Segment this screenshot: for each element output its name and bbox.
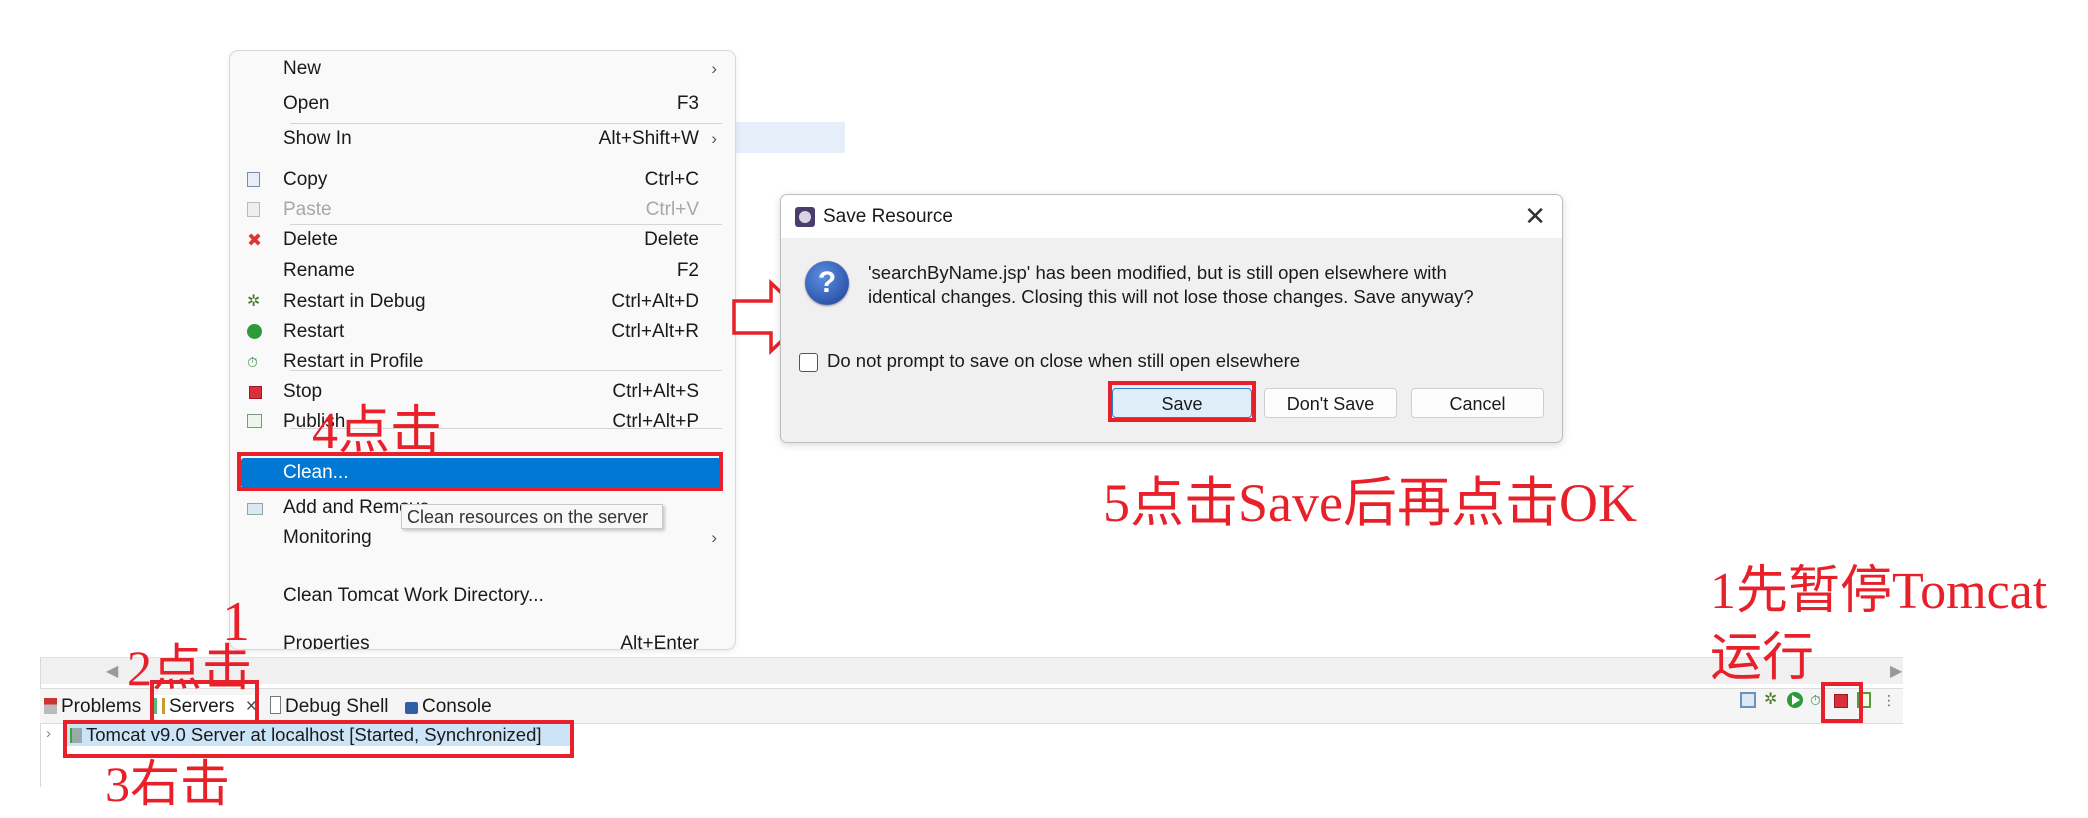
menu-item-paste[interactable]: Paste Ctrl+V	[230, 195, 735, 225]
tab-label: Console	[422, 696, 492, 717]
menu-item-shortcut: Ctrl+C	[644, 169, 699, 190]
menu-item-shortcut: Ctrl+Alt+P	[612, 411, 699, 432]
menu-item-label: Show In	[283, 128, 352, 149]
eclipse-logo-icon	[795, 207, 815, 227]
menu-item-properties[interactable]: Properties Alt+Enter	[230, 629, 735, 650]
step1-annotation-line2: 运行	[1710, 630, 1815, 687]
menu-item-label: Restart in Debug	[283, 291, 426, 312]
menu-item-label: New	[283, 58, 322, 79]
tab-console[interactable]: Console	[405, 695, 492, 719]
menu-item-label: Monitoring	[283, 527, 372, 548]
menu-item-rename[interactable]: Rename F2	[230, 256, 735, 286]
step1-annotation: 1先暂停Tomcat	[1710, 563, 2048, 620]
save-highlight-box	[1108, 381, 1256, 422]
menu-item-delete[interactable]: ✖ Delete Delete	[230, 225, 735, 255]
dont-save-button[interactable]: Don't Save	[1264, 388, 1397, 418]
paste-icon	[247, 202, 260, 217]
menu-item-copy[interactable]: Copy Ctrl+C	[230, 165, 735, 195]
panel-tab-bar: Problems Servers × Debug Shell Console	[40, 688, 1903, 724]
menu-item-shortcut: Ctrl+Alt+R	[611, 321, 699, 342]
submenu-chevron-icon: ›	[711, 129, 717, 148]
menu-item-restart[interactable]: Restart Ctrl+Alt+R	[230, 317, 735, 347]
dialog-title: Save Resource	[823, 206, 953, 227]
menu-item-label: Restart in Profile	[283, 351, 424, 372]
dialog-titlebar: Save Resource ✕	[781, 195, 1562, 238]
cancel-button[interactable]: Cancel	[1411, 388, 1544, 418]
menu-item-shortcut: F3	[676, 93, 699, 114]
menu-item-shortcut: Ctrl+Alt+D	[611, 291, 699, 312]
question-icon: ?	[805, 261, 849, 305]
menu-item-shortcut: F2	[676, 260, 699, 281]
start-icon[interactable]	[1787, 692, 1803, 708]
debug-icon[interactable]: ✲	[1764, 692, 1780, 708]
menu-item-open[interactable]: Open F3	[230, 89, 735, 119]
menu-item-new[interactable]: New ›	[230, 54, 735, 84]
step4-annotation: 4点击	[312, 403, 443, 460]
tab-debug-shell[interactable]: Debug Shell	[270, 695, 389, 719]
menu-item-restart-in-debug[interactable]: ✲ Restart in Debug Ctrl+Alt+D	[230, 287, 735, 317]
menu-item-show-in[interactable]: Show In Alt+Shift+W ›	[230, 124, 735, 154]
stop-button-highlight-box	[1821, 682, 1863, 723]
restart-icon	[247, 324, 262, 339]
menu-item-shortcut: Ctrl+V	[645, 199, 699, 220]
menu-item-publish[interactable]: Publish Ctrl+Alt+P	[230, 407, 735, 437]
menu-item-shortcut: Delete	[644, 229, 699, 250]
menu-item-clean-tomcat-work-directory[interactable]: Clean Tomcat Work Directory...	[230, 581, 735, 611]
scroll-right-icon[interactable]: ▶	[1890, 661, 1902, 681]
dialog-message: 'searchByName.jsp' has been modified, bu…	[868, 261, 1548, 309]
step2-extra-annotation: 1	[222, 591, 250, 653]
console-icon	[405, 702, 418, 714]
menu-item-label: Delete	[283, 229, 338, 250]
stop-icon	[249, 386, 262, 399]
menu-item-label: Open	[283, 93, 330, 114]
submenu-chevron-icon: ›	[711, 528, 717, 547]
debug-shell-icon	[270, 696, 281, 714]
background-selection	[735, 122, 845, 153]
menu-item-stop[interactable]: Stop Ctrl+Alt+S	[230, 377, 735, 407]
close-icon[interactable]: ✕	[1524, 201, 1546, 232]
menu-item-label: Restart	[283, 321, 345, 342]
profile-icon: ⏱	[247, 354, 258, 370]
menu-item-shortcut: Alt+Shift+W	[598, 128, 699, 149]
menu-item-label: Rename	[283, 260, 355, 281]
clean-highlight-box	[237, 452, 723, 491]
horizontal-scrollbar[interactable]: ◀ ▶	[40, 657, 1903, 684]
tooltip: Clean resources on the server	[401, 504, 663, 529]
menu-item-label: Clean Tomcat Work Directory...	[283, 585, 544, 606]
checkbox-label[interactable]: Do not prompt to save on close when stil…	[827, 350, 1300, 372]
context-menu: New › Open F3 Show In Alt+Shift+W › Copy Ctrl+C P…	[229, 50, 736, 650]
problems-icon	[44, 698, 57, 714]
menu-item-shortcut: Ctrl+Alt+S	[612, 381, 699, 402]
menu-item-shortcut: Alt+Enter	[620, 633, 699, 650]
collapse-all-icon[interactable]	[1740, 692, 1756, 708]
add-remove-icon	[247, 503, 263, 515]
menu-item-label: Paste	[283, 199, 332, 220]
step5-annotation: 5点击Save后再点击OK	[1103, 473, 1637, 533]
message-line: identical changes. Closing this will not…	[868, 286, 1474, 307]
tab-label: Debug Shell	[285, 696, 389, 717]
step3-annotation: 3右击	[105, 756, 230, 812]
scroll-left-icon[interactable]: ◀	[106, 661, 118, 681]
delete-icon: ✖	[247, 230, 263, 250]
menu-item-label: Copy	[283, 169, 328, 190]
menu-item-restart-in-profile[interactable]: ⏱ Restart in Profile	[230, 347, 735, 377]
publish-icon	[247, 414, 262, 428]
message-line: 'searchByName.jsp' has been modified, bu…	[868, 262, 1447, 283]
expand-chevron-icon[interactable]: ›	[46, 725, 51, 742]
view-menu-icon[interactable]: ⋮	[1882, 692, 1898, 708]
do-not-prompt-checkbox[interactable]	[799, 353, 818, 372]
copy-icon	[247, 172, 260, 187]
menu-item-label: Properties	[283, 633, 370, 650]
debug-bug-icon: ✲	[247, 293, 261, 310]
submenu-chevron-icon: ›	[711, 59, 717, 78]
